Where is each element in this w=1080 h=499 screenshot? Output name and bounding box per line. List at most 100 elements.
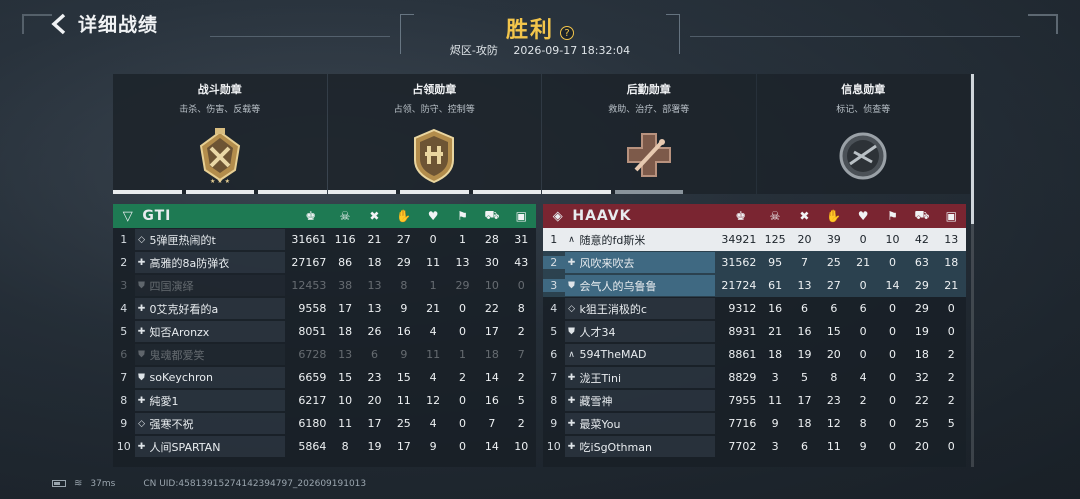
scrollbar-thumb[interactable]	[971, 74, 974, 224]
player-stat: 0	[859, 325, 867, 338]
player-rank: 6	[550, 348, 558, 361]
result-header: 胜利?	[0, 12, 1080, 44]
team-emblem-icon: ▽	[122, 208, 133, 224]
player-name-cell[interactable]: ⛊ 四国演绎	[135, 278, 292, 294]
player-name-cell[interactable]: ✚ 0艾克好看的a	[135, 301, 292, 317]
player-name-cell[interactable]: ✚ 泷王Tini	[565, 370, 722, 386]
player-row[interactable]: 9 ✚ 最菜You 7716 9 18 12 8 0 25 5	[543, 412, 966, 435]
player-row[interactable]: 9 ◇ 强寒不祝 6180 11 17 25 4 0 7 2	[113, 412, 536, 435]
player-row[interactable]: 5 ⛊ 人才34 8931 21 16 15 0 0 19 0	[543, 320, 966, 343]
team-name: GTI	[142, 208, 172, 224]
player-score: 9558	[298, 302, 327, 315]
player-stat: 18	[367, 256, 382, 269]
player-row[interactable]: 8 ✚ 純愛1 6217 10 20 11 12 0 16 5	[113, 389, 536, 412]
help-icon[interactable]: ?	[560, 25, 574, 40]
player-row[interactable]: 4 ✚ 0艾克好看的a 9558 17 13 9 21 0 22 8	[113, 297, 536, 320]
class-icon: ✚	[137, 395, 146, 406]
player-row[interactable]: 2 ✚ 风吹来吹去 31562 95 7 25 21 0 63 18	[543, 251, 966, 274]
player-stat: 0	[889, 348, 897, 361]
kill-skull-icon: ☠	[769, 209, 781, 223]
player-stat: 7	[517, 348, 525, 361]
player-row[interactable]: 5 ✚ 知否Aronzx 8051 18 26 16 4 0 17 2	[113, 320, 536, 343]
death-cross-icon: ✖	[369, 209, 380, 223]
player-row[interactable]: 1 ◇ 5弹匣热闹的t 31661 116 21 27 0 1 28 31	[113, 228, 536, 251]
team-emblem-icon: ◈	[552, 208, 563, 224]
player-row[interactable]: 2 ✚ 高雅的8a防弹衣 27167 86 18 29 11 13 30 43	[113, 251, 536, 274]
player-name-cell[interactable]: ∧ 随意的fd斯米	[565, 232, 722, 248]
class-icon: ✚	[137, 441, 146, 452]
medal-progress	[113, 190, 327, 194]
player-stat: 43	[514, 256, 529, 269]
player-name-cell[interactable]: ◇ 强寒不祝	[135, 416, 292, 432]
player-rank: 10	[546, 440, 561, 453]
player-row[interactable]: 6 ⛊ 鬼魂都爱笑 6728 13 6 9 11 1 18 7	[113, 343, 536, 366]
player-stat: 7	[488, 417, 496, 430]
player-name-cell[interactable]: ✚ 风吹来吹去	[565, 255, 722, 271]
player-stat: 26	[367, 325, 382, 338]
player-stat: 2	[517, 417, 525, 430]
player-row[interactable]: 3 ⛊ 四国演绎 12453 38 13 8 1 29 10 0	[113, 274, 536, 297]
player-rank: 3	[543, 279, 565, 292]
player-stat: 4	[429, 371, 437, 384]
medal-intel[interactable]: 信息勋章 标记、侦查等	[756, 74, 970, 194]
player-stat: 29	[455, 279, 470, 292]
player-score: 7955	[728, 394, 757, 407]
player-row[interactable]: 10 ✚ 人间SPARTAN 5864 8 19 17 9 0 14 10	[113, 435, 536, 458]
player-stat: 125	[764, 233, 786, 246]
player-stat: 2	[517, 325, 525, 338]
player-name-cell[interactable]: ✚ 高雅的8a防弹衣	[135, 255, 292, 271]
player-row[interactable]: 4 ◇ k狙王消极的c 9312 16 6 6 6 0 29 0	[543, 297, 966, 320]
class-icon: ∧	[568, 349, 575, 360]
player-score: 6659	[298, 371, 327, 384]
player-stat: 1	[459, 233, 467, 246]
player-row[interactable]: 1 ∧ 随意的fd斯米 34921 125 20 39 0 10 42 13	[543, 228, 966, 251]
player-name-cell[interactable]: ⛊ 会气人的乌鲁鲁	[565, 278, 722, 294]
class-icon: ✚	[137, 257, 146, 268]
player-row[interactable]: 10 ✚ 吃iSgOthman 7702 3 6 11 9 0 20 0	[543, 435, 966, 458]
player-name-cell[interactable]: ⛊ soKeychron	[135, 371, 292, 384]
player-stat: 2	[947, 394, 955, 407]
player-name-cell[interactable]: ◇ 5弹匣热闹的t	[135, 232, 292, 248]
medal-capture[interactable]: 占领勋章 占领、防守、控制等	[327, 74, 541, 194]
page-scrollbar[interactable]	[971, 74, 974, 467]
player-name-cell[interactable]: ✚ 人间SPARTAN	[135, 439, 292, 455]
player-name-cell[interactable]: ◇ k狙王消极的c	[565, 301, 722, 317]
class-icon: ✚	[567, 441, 576, 452]
player-stat: 0	[517, 279, 525, 292]
match-info: 烬区-攻防 2026-09-17 18:32:04	[0, 42, 1080, 58]
player-stat: 11	[826, 440, 841, 453]
class-icon: ⛊	[138, 372, 145, 383]
player-stat: 116	[334, 233, 356, 246]
player-name-cell[interactable]: ✚ 最菜You	[565, 416, 722, 432]
player-name-cell[interactable]: ⛊ 人才34	[565, 324, 722, 340]
player-stat: 30	[484, 256, 499, 269]
player-stat: 10	[514, 440, 529, 453]
player-stat: 10	[338, 394, 353, 407]
player-name-cell[interactable]: ⛊ 鬼魂都爱笑	[135, 347, 292, 363]
player-stat: 11	[338, 417, 353, 430]
player-stat: 12	[426, 394, 441, 407]
player-stat: 0	[947, 325, 955, 338]
player-name: 人才34	[579, 325, 616, 339]
player-row[interactable]: 7 ✚ 泷王Tini 8829 3 5 8 4 0 32 2	[543, 366, 966, 389]
player-name-cell[interactable]: ✚ 純愛1	[135, 393, 292, 409]
player-stat: 95	[768, 256, 783, 269]
player-name: 人间SPARTAN	[149, 440, 221, 454]
player-row[interactable]: 3 ⛊ 会气人的乌鲁鲁 21724 61 13 27 0 14 29 21	[543, 274, 966, 297]
player-row[interactable]: 7 ⛊ soKeychron 6659 15 23 15 4 2 14 2	[113, 366, 536, 389]
player-stat: 0	[459, 302, 467, 315]
player-name: k狙王消极的c	[579, 302, 647, 316]
player-stat: 15	[826, 325, 841, 338]
medal-combat[interactable]: 战斗勋章 击杀、伤害、反载等 ★ ★ ★	[113, 74, 327, 194]
player-row[interactable]: 6 ∧ 594TheMAD 8861 18 19 20 0 0 18 2	[543, 343, 966, 366]
player-stat: 18	[797, 417, 812, 430]
player-name-cell[interactable]: ✚ 吃iSgOthman	[565, 439, 722, 455]
medal-logistics[interactable]: 后勤勋章 救助、治疗、部署等	[542, 74, 756, 194]
battery-icon	[52, 480, 66, 487]
combat-medal-icon: ★ ★ ★	[199, 128, 240, 185]
player-row[interactable]: 8 ✚ 藏雪神 7955 11 17 23 2 0 22 2	[543, 389, 966, 412]
player-name-cell[interactable]: ✚ 藏雪神	[565, 393, 722, 409]
class-icon: ✚	[567, 418, 576, 429]
player-name-cell[interactable]: ✚ 知否Aronzx	[135, 324, 292, 340]
player-name-cell[interactable]: ∧ 594TheMAD	[565, 348, 722, 361]
